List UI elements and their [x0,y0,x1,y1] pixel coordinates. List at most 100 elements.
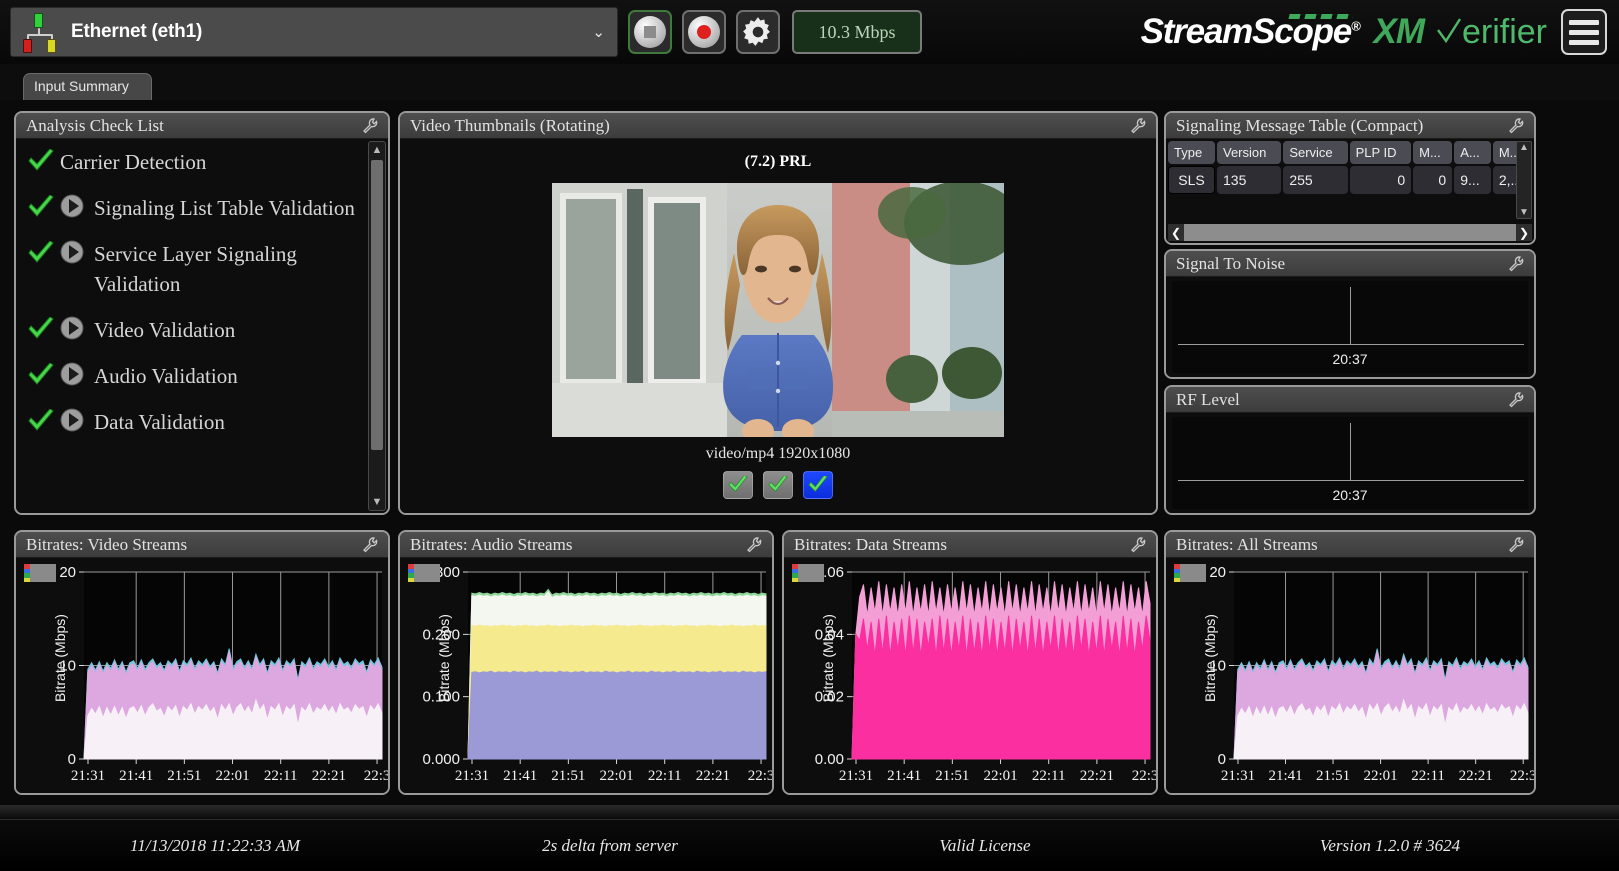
panel-body: 0.00 0.02 0.04 0.06 21:31 21:41 21:51 22:01 22:1… [784,558,1156,793]
check-pass-icon [26,148,56,175]
x-tick-label: 21:51 [167,768,201,784]
y-tick-label: 20 [59,564,76,581]
check-list-item-label: Data Validation [94,410,225,434]
scroll-down-icon[interactable]: ▼ [369,494,385,510]
brand-verifier-text: erifier [1461,12,1547,51]
check-list-item[interactable]: Data Validation [16,399,368,445]
stop-button[interactable] [628,10,672,54]
settings-button[interactable] [736,10,780,54]
play-icon[interactable] [60,362,84,386]
wrench-icon[interactable] [744,535,764,555]
scroll-up-icon[interactable]: ▲ [1517,142,1531,153]
wrench-icon[interactable] [1506,390,1526,410]
wrench-icon[interactable] [360,116,380,136]
chart-svg: 0.0000.1000.2000.30021:31 21:41 21:51 22:01… [422,564,772,784]
table-column-header[interactable]: Service [1283,141,1348,164]
signaling-table-vscrollbar[interactable]: ▲ ▼ [1516,141,1532,219]
thumbnail-status-checkbox[interactable] [803,471,833,499]
table-cell: 0 [1413,166,1453,194]
bitrates-audio-panel: Bitrates: Audio Streams 0.000 0.100 0.200 0… [398,530,774,795]
table-column-header[interactable]: PLP ID [1349,141,1412,164]
chart-legend-toggle[interactable] [792,564,824,582]
panel-header: RF Level [1166,387,1534,413]
wrench-icon[interactable] [1506,535,1526,555]
menu-button[interactable] [1561,9,1607,55]
x-tick-label: 21:31 [839,768,873,784]
y-tick-label: 0 [68,751,76,768]
thumbnail-status-checkbox[interactable] [723,471,753,499]
play-icon[interactable] [60,194,84,218]
video-thumbnail-image[interactable] [552,183,1004,437]
chart-area-all[interactable]: 0 10 20 21:31 21:41 21:51 22:01 22:11 22:21 22:3 B… [1166,558,1534,793]
source-label: Ethernet (eth1) [71,21,203,42]
wrench-icon[interactable] [1506,254,1526,274]
record-button[interactable] [682,10,726,54]
chart-y-axis-label: Bitrate (Mbps) [435,613,452,702]
check-pass-icon [26,362,56,389]
chart-svg: 0.000.020.040.0621:31 21:41 21:51 22:01 22:1… [815,564,1156,784]
tab-input-summary[interactable]: Input Summary [23,73,152,100]
play-icon[interactable] [60,408,84,432]
scrollbar-thumb[interactable] [371,160,383,450]
thumbnail-status-checkbox[interactable] [763,471,793,499]
ethernet-icon [19,12,61,53]
check-list-item[interactable]: Audio Validation [16,353,368,399]
check-list-item[interactable]: Carrier Detection [16,139,368,185]
x-tick-label: 21:51 [1316,768,1350,784]
scroll-left-icon[interactable]: ❮ [1168,224,1184,241]
chevron-down-icon[interactable]: ⌄ [592,23,605,41]
signal-to-noise-panel: Signal To Noise 20:37 [1164,249,1536,379]
signaling-table-hscrollbar[interactable]: ❮ ❯ [1168,224,1532,241]
bottom-bezel [0,805,1619,819]
check-list-item[interactable]: Signaling List Table Validation [16,185,368,231]
top-toolbar: Ethernet (eth1) ⌄ 10.3 Mbps StreamScope®… [0,0,1619,64]
wrench-icon[interactable] [1128,535,1148,555]
chart-area-data[interactable]: 0.00 0.02 0.04 0.06 21:31 21:41 21:51 22:01 22:1… [784,558,1156,793]
check-list-scrollbar[interactable]: ▲ ▼ [368,141,386,511]
thumbnail-check-row [400,471,1156,499]
bitrates-data-panel: Bitrates: Data Streams 0.00 0.02 0.04 0.06 2… [782,530,1158,795]
panel-body: 0 10 20 21:31 21:41 21:51 22:01 22:11 22:21 22:3 B… [1166,558,1534,793]
table-column-header[interactable]: Version [1217,141,1282,164]
scroll-down-icon[interactable]: ▼ [1517,207,1531,218]
check-list[interactable]: Carrier Detection Signaling List Table Va… [16,139,368,513]
chart-legend-toggle[interactable] [1174,564,1206,582]
thumbnail-format-label: video/mp4 1920x1080 [705,445,851,462]
check-pass-icon [26,240,56,267]
panel-title: Bitrates: Video Streams [26,534,188,554]
chart-legend-toggle[interactable] [408,564,440,582]
chart-area-video[interactable]: 0 10 20 21:31 21:41 21:51 22:01 22:11 22:21 22:3 B… [16,558,388,793]
x-tick-label: 22:11 [1411,768,1445,784]
wrench-icon[interactable] [1506,116,1526,136]
status-bar: 11/13/2018 11:22:33 AM 2s delta from ser… [0,819,1619,871]
check-list-item[interactable]: Video Validation [16,307,368,353]
x-tick-label: 21:41 [887,768,921,784]
x-tick-label: 22:11 [264,768,298,784]
table-row[interactable]: SLS 135 255 0 0 9... 2,.. [1168,166,1532,194]
signaling-table[interactable]: Type Version Service PLP ID M... A... M... SLS… [1166,139,1534,196]
check-list-item[interactable]: Service Layer Signaling Validation [16,231,368,307]
scroll-up-icon[interactable]: ▲ [369,142,385,158]
y-tick-label: 0.000 [422,751,460,768]
play-icon[interactable] [60,240,84,264]
status-version: Version 1.2.0 # 3624 [1319,835,1461,855]
chart-legend-toggle[interactable] [24,564,56,582]
panel-title: Bitrates: Audio Streams [410,534,573,554]
y-tick-label: 20 [1209,564,1226,581]
table-cell: SLS [1168,166,1215,194]
x-tick-label: 22:21 [312,768,346,784]
table-column-header[interactable]: M... [1413,141,1453,164]
x-tick-label: 22:3 [364,768,388,784]
source-select[interactable]: Ethernet (eth1) ⌄ [10,7,618,57]
x-tick-label: 21:31 [455,768,489,784]
table-column-header[interactable]: A... [1454,141,1491,164]
scroll-right-icon[interactable]: ❯ [1516,224,1532,241]
status-license: Valid License [939,835,1031,855]
checkmark-icon [728,476,748,492]
chart-area-audio[interactable]: 0.000 0.100 0.200 0.300 21:31 21:41 21:51 22:01… [400,558,772,793]
wrench-icon[interactable] [1128,116,1148,136]
table-body[interactable]: SLS 135 255 0 0 9... 2,.. [1168,166,1532,194]
play-icon[interactable] [60,316,84,340]
table-column-header[interactable]: Type [1168,141,1215,164]
wrench-icon[interactable] [360,535,380,555]
